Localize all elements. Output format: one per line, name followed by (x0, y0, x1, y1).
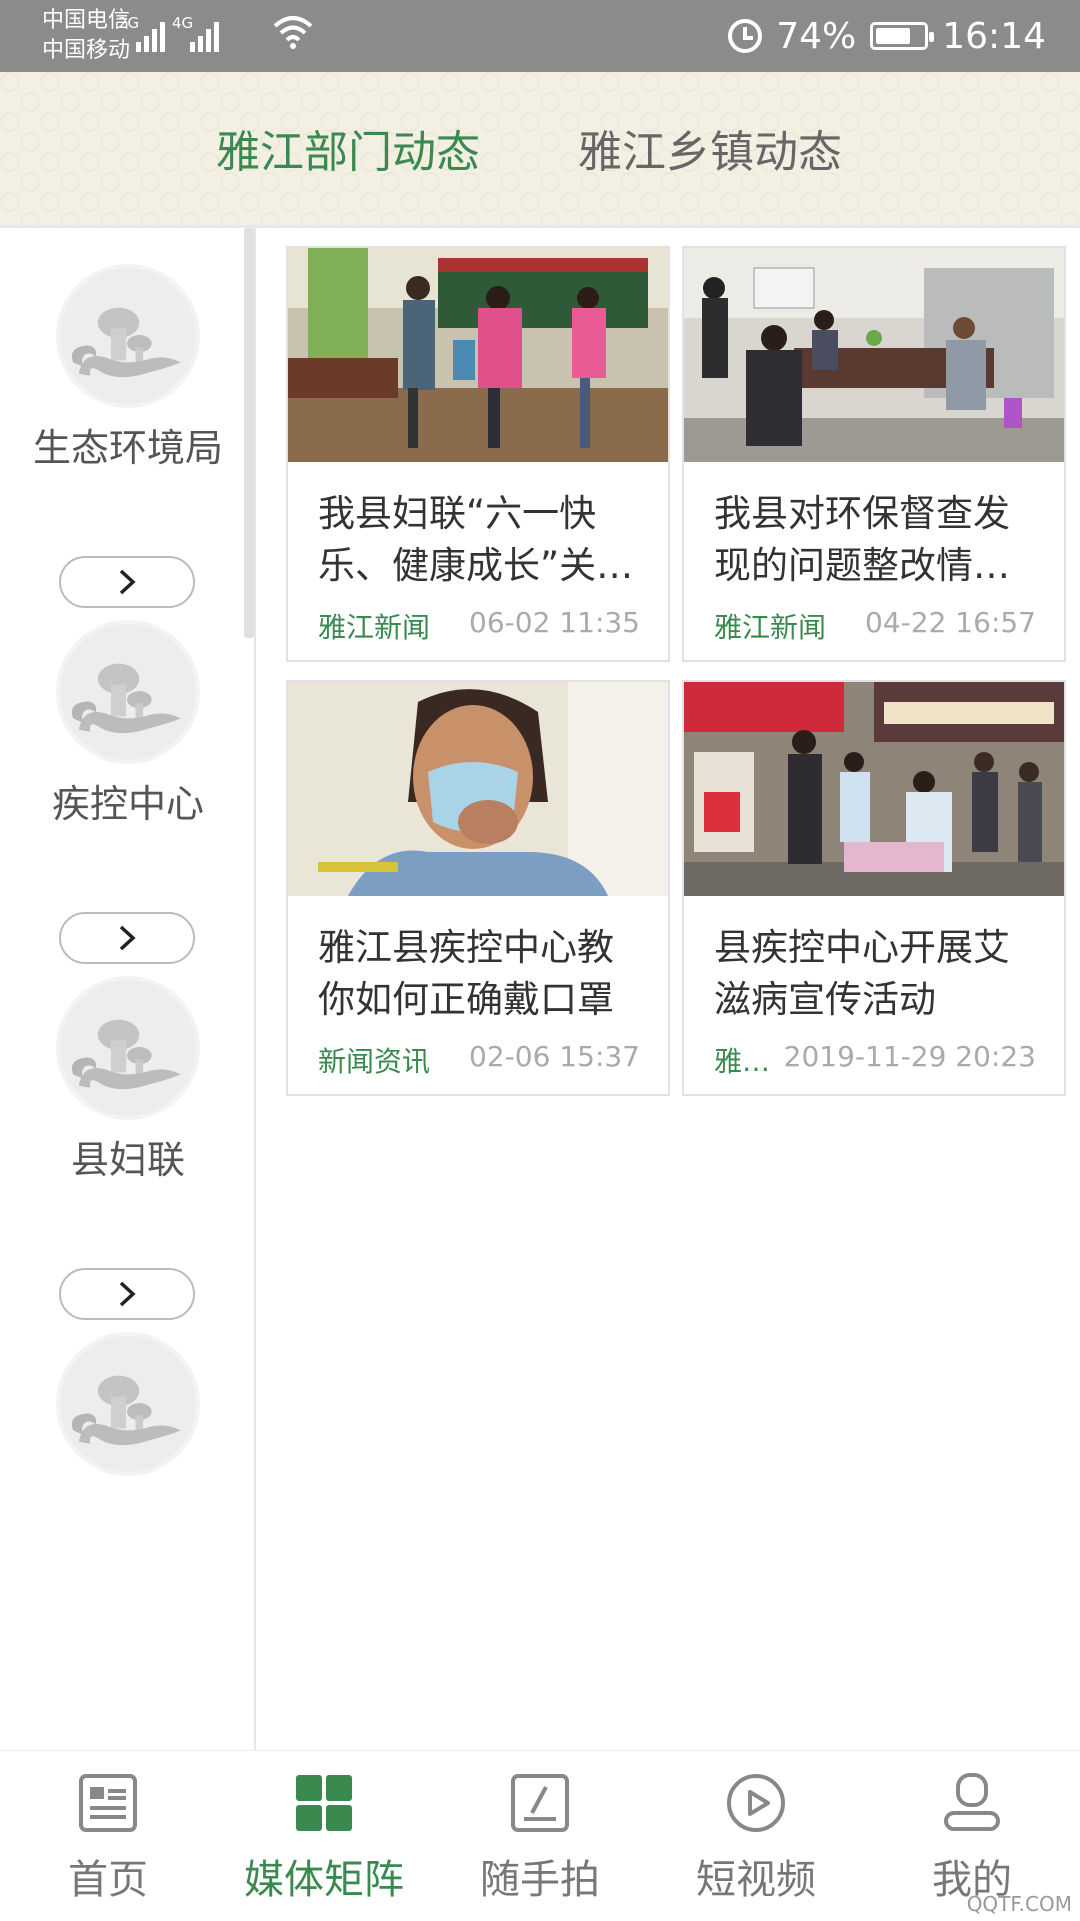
nav-label: 随手拍 (480, 1857, 600, 1903)
news-icon (79, 1774, 137, 1832)
news-time: 2019-11-29 20:23 (783, 1040, 1036, 1073)
news-title: 雅江县疾控中心教你如何正确戴口罩 (318, 926, 614, 1021)
status-bar: 中国电信 中国移动 2G 4G 74% 16:14 (0, 0, 1080, 72)
news-card[interactable]: 雅江县疾控中心教你如何正确戴口罩 新闻资讯 02-06 15:37 (286, 680, 670, 1096)
news-title: 县疾控中心开展艾滋病宣传活动 (714, 926, 1010, 1021)
tab-department-news[interactable]: 雅江部门动态 (216, 126, 480, 180)
sidebar-item-label: 生态环境局 (32, 426, 223, 470)
news-title: 我县对环保督查发现的问题整改情… (714, 492, 1010, 587)
nav-media-matrix[interactable]: 媒体矩阵 (216, 1751, 432, 1921)
news-source: 雅… (714, 1045, 771, 1078)
header-tabs: 雅江部门动态 雅江乡镇动态 (0, 72, 1080, 228)
mushroom-logo-icon (56, 976, 200, 1120)
news-card[interactable]: 我县对环保督查发现的问题整改情… 雅江新闻 04-22 16:57 (682, 246, 1066, 662)
news-thumbnail (288, 248, 668, 462)
news-thumbnail (288, 682, 668, 896)
wifi-icon (273, 16, 313, 49)
news-source: 雅江新闻 (318, 611, 431, 644)
news-thumbnail (684, 248, 1064, 462)
clock: 16:14 (942, 15, 1046, 57)
edit-icon (511, 1774, 569, 1832)
sidebar-item-label: 县妇联 (70, 1138, 185, 1182)
sidebar-item-label: 疾控中心 (51, 782, 204, 826)
department-sidebar[interactable]: 生态环境局 疾控中心 县妇联 (0, 228, 256, 1750)
news-grid: 我县妇联“六一快乐、健康成长”关… 雅江新闻 06-02 11:35 我县对环保… (272, 228, 1080, 1750)
grid-icon (296, 1775, 352, 1831)
nav-label: 媒体矩阵 (244, 1857, 404, 1903)
news-time: 06-02 11:35 (469, 606, 640, 639)
battery-percent: 74% (776, 15, 857, 57)
nav-short-video[interactable]: 短视频 (648, 1751, 864, 1921)
news-title: 我县妇联“六一快乐、健康成长”关… (318, 492, 634, 587)
nav-label: 首页 (68, 1857, 148, 1903)
news-time: 04-22 16:57 (865, 606, 1036, 639)
news-card[interactable]: 县疾控中心开展艾滋病宣传活动 雅… 2019-11-29 20:23 (682, 680, 1066, 1096)
nav-label: 短视频 (696, 1857, 816, 1903)
carrier-2: 中国移动 (42, 38, 131, 63)
bottom-navigation: 首页 媒体矩阵 随手拍 短视频 我的 QQTF.COM (0, 1750, 1080, 1920)
play-icon (727, 1774, 785, 1832)
tab-township-news[interactable]: 雅江乡镇动态 (578, 126, 842, 180)
mushroom-logo-icon (56, 264, 200, 408)
news-thumbnail (684, 682, 1064, 896)
watermark: QQTF.COM (966, 1892, 1072, 1916)
mushroom-logo-icon (56, 620, 200, 764)
battery-icon (870, 22, 935, 50)
user-icon (944, 1773, 1000, 1831)
news-card[interactable]: 我县妇联“六一快乐、健康成长”关… 雅江新闻 06-02 11:35 (286, 246, 670, 662)
carrier-1: 中国电信 (42, 8, 131, 33)
nav-snapshot[interactable]: 随手拍 (432, 1751, 648, 1921)
nav-home[interactable]: 首页 (0, 1751, 216, 1921)
news-source: 雅江新闻 (714, 611, 827, 644)
news-time: 02-06 15:37 (469, 1040, 640, 1073)
carrier-info: 中国电信 中国移动 (42, 6, 130, 66)
sidebar-item-partial[interactable] (0, 1296, 254, 1726)
news-source: 新闻资讯 (318, 1045, 431, 1078)
mushroom-logo-icon (56, 1332, 200, 1476)
alarm-icon (728, 19, 763, 53)
sidebar-scrollbar[interactable] (244, 228, 254, 638)
